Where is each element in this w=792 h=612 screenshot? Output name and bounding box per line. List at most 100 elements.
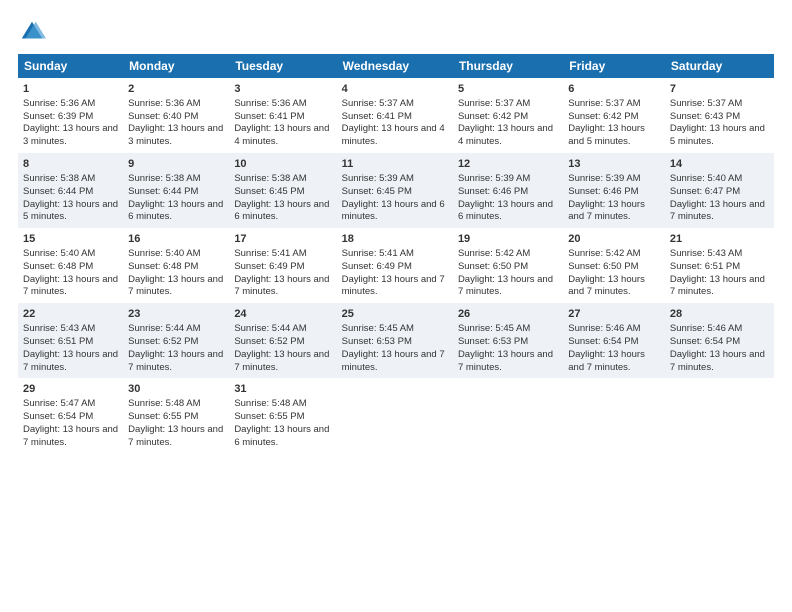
calendar-cell: [665, 378, 774, 453]
calendar-cell: 6Sunrise: 5:37 AMSunset: 6:42 PMDaylight…: [563, 78, 665, 153]
sunset: Sunset: 6:51 PM: [670, 261, 740, 272]
sunset: Sunset: 6:49 PM: [342, 261, 412, 272]
sunrise: Sunrise: 5:38 AM: [23, 173, 95, 184]
sunrise: Sunrise: 5:36 AM: [23, 98, 95, 109]
sunset: Sunset: 6:49 PM: [234, 261, 304, 272]
calendar-cell: 19Sunrise: 5:42 AMSunset: 6:50 PMDayligh…: [453, 228, 563, 303]
day-number: 5: [458, 82, 558, 97]
sunset: Sunset: 6:45 PM: [234, 186, 304, 197]
sunset: Sunset: 6:44 PM: [128, 186, 198, 197]
daylight: Daylight: 13 hours and 6 minutes.: [234, 199, 329, 223]
daylight: Daylight: 13 hours and 7 minutes.: [458, 349, 553, 373]
day-number: 14: [670, 157, 769, 172]
sunset: Sunset: 6:45 PM: [342, 186, 412, 197]
sunrise: Sunrise: 5:37 AM: [458, 98, 530, 109]
calendar-cell: 8Sunrise: 5:38 AMSunset: 6:44 PMDaylight…: [18, 153, 123, 228]
calendar-week-1: 1Sunrise: 5:36 AMSunset: 6:39 PMDaylight…: [18, 78, 774, 153]
calendar-table: SundayMondayTuesdayWednesdayThursdayFrid…: [18, 54, 774, 453]
header: [18, 18, 774, 46]
sunset: Sunset: 6:39 PM: [23, 111, 93, 122]
daylight: Daylight: 13 hours and 7 minutes.: [670, 199, 765, 223]
day-number: 7: [670, 82, 769, 97]
calendar-cell: 3Sunrise: 5:36 AMSunset: 6:41 PMDaylight…: [229, 78, 336, 153]
day-header-sunday: Sunday: [18, 54, 123, 78]
calendar-cell: 26Sunrise: 5:45 AMSunset: 6:53 PMDayligh…: [453, 303, 563, 378]
calendar-cell: [453, 378, 563, 453]
daylight: Daylight: 13 hours and 4 minutes.: [342, 123, 445, 147]
day-number: 18: [342, 232, 448, 247]
day-number: 16: [128, 232, 224, 247]
sunrise: Sunrise: 5:47 AM: [23, 398, 95, 409]
header-row: SundayMondayTuesdayWednesdayThursdayFrid…: [18, 54, 774, 78]
day-number: 13: [568, 157, 660, 172]
calendar-cell: 20Sunrise: 5:42 AM Sunset: 6:50 PM Dayligh…: [563, 228, 665, 303]
daylight: Daylight: 13 hours and 5 minutes.: [23, 199, 118, 223]
calendar-cell: 29Sunrise: 5:47 AMSunset: 6:54 PMDayligh…: [18, 378, 123, 453]
daylight: Daylight: 13 hours and 7 minutes.: [342, 349, 445, 373]
day-number: 12: [458, 157, 558, 172]
daylight: Daylight: 13 hours and 5 minutes.: [568, 123, 645, 147]
sunrise: Sunrise: 5:42 AM: [568, 248, 640, 259]
sunset: Sunset: 6:50 PM: [568, 261, 638, 272]
sunrise: Sunrise: 5:46 AM: [568, 323, 640, 334]
sunrise: Sunrise: 5:40 AM: [128, 248, 200, 259]
sunset: Sunset: 6:40 PM: [128, 111, 198, 122]
sunset: Sunset: 6:51 PM: [23, 336, 93, 347]
day-number: 19: [458, 232, 558, 247]
daylight: Daylight: 13 hours and 7 minutes.: [23, 274, 118, 298]
calendar-cell: 14Sunrise: 5:40 AMSunset: 6:47 PMDayligh…: [665, 153, 774, 228]
daylight: Daylight: 13 hours and 7 minutes.: [670, 349, 765, 373]
sunset: Sunset: 6:50 PM: [458, 261, 528, 272]
day-number: 17: [234, 232, 331, 247]
calendar-cell: 16Sunrise: 5:40 AMSunset: 6:48 PMDayligh…: [123, 228, 229, 303]
day-header-friday: Friday: [563, 54, 665, 78]
sunrise: Sunrise: 5:46 AM: [670, 323, 742, 334]
daylight: Daylight: 13 hours and 7 minutes.: [23, 349, 118, 373]
calendar-cell: 30Sunrise: 5:48 AMSunset: 6:55 PMDayligh…: [123, 378, 229, 453]
day-number: 25: [342, 307, 448, 322]
daylight: Daylight: 13 hours and 7 minutes.: [128, 349, 223, 373]
page: SundayMondayTuesdayWednesdayThursdayFrid…: [0, 0, 792, 612]
daylight: Daylight: 13 hours and 7 minutes.: [234, 274, 329, 298]
sunset: Sunset: 6:43 PM: [670, 111, 740, 122]
day-number: 1: [23, 82, 118, 97]
day-number: 24: [234, 307, 331, 322]
sunset: Sunset: 6:46 PM: [568, 186, 638, 197]
sunset: Sunset: 6:47 PM: [670, 186, 740, 197]
sunrise: Sunrise: 5:39 AM: [568, 173, 640, 184]
sunrise: Sunrise: 5:44 AM: [128, 323, 200, 334]
sunrise: Sunrise: 5:37 AM: [342, 98, 414, 109]
day-header-wednesday: Wednesday: [337, 54, 453, 78]
daylight: Daylight: 13 hours and 6 minutes.: [458, 199, 553, 223]
day-header-tuesday: Tuesday: [229, 54, 336, 78]
calendar-cell: 12Sunrise: 5:39 AMSunset: 6:46 PMDayligh…: [453, 153, 563, 228]
calendar-cell: 21Sunrise: 5:43 AMSunset: 6:51 PMDayligh…: [665, 228, 774, 303]
day-number: 8: [23, 157, 118, 172]
calendar-cell: 22Sunrise: 5:43 AMSunset: 6:51 PMDayligh…: [18, 303, 123, 378]
calendar-cell: 27Sunrise: 5:46 AMSunset: 6:54 PMDayligh…: [563, 303, 665, 378]
day-number: 20: [568, 232, 660, 247]
calendar-cell: 5Sunrise: 5:37 AMSunset: 6:42 PMDaylight…: [453, 78, 563, 153]
daylight: Daylight: 13 hours and 4 minutes.: [234, 123, 329, 147]
sunset: Sunset: 6:42 PM: [458, 111, 528, 122]
sunrise: Sunrise: 5:45 AM: [458, 323, 530, 334]
day-number: 2: [128, 82, 224, 97]
day-number: 26: [458, 307, 558, 322]
daylight: Daylight: 13 hours and 7 minutes.: [568, 274, 645, 298]
sunset: Sunset: 6:52 PM: [128, 336, 198, 347]
calendar-cell: 9Sunrise: 5:38 AMSunset: 6:44 PMDaylight…: [123, 153, 229, 228]
calendar-cell: 25Sunrise: 5:45 AMSunset: 6:53 PMDayligh…: [337, 303, 453, 378]
calendar-cell: 28Sunrise: 5:46 AMSunset: 6:54 PMDayligh…: [665, 303, 774, 378]
day-header-monday: Monday: [123, 54, 229, 78]
daylight: Daylight: 13 hours and 7 minutes.: [670, 274, 765, 298]
sunrise: Sunrise: 5:42 AM: [458, 248, 530, 259]
day-number: 9: [128, 157, 224, 172]
calendar-cell: [563, 378, 665, 453]
sunset: Sunset: 6:48 PM: [128, 261, 198, 272]
daylight: Daylight: 13 hours and 3 minutes.: [23, 123, 118, 147]
daylight: Daylight: 13 hours and 6 minutes.: [128, 199, 223, 223]
logo-icon: [18, 18, 46, 46]
day-number: 23: [128, 307, 224, 322]
sunset: Sunset: 6:48 PM: [23, 261, 93, 272]
day-number: 21: [670, 232, 769, 247]
